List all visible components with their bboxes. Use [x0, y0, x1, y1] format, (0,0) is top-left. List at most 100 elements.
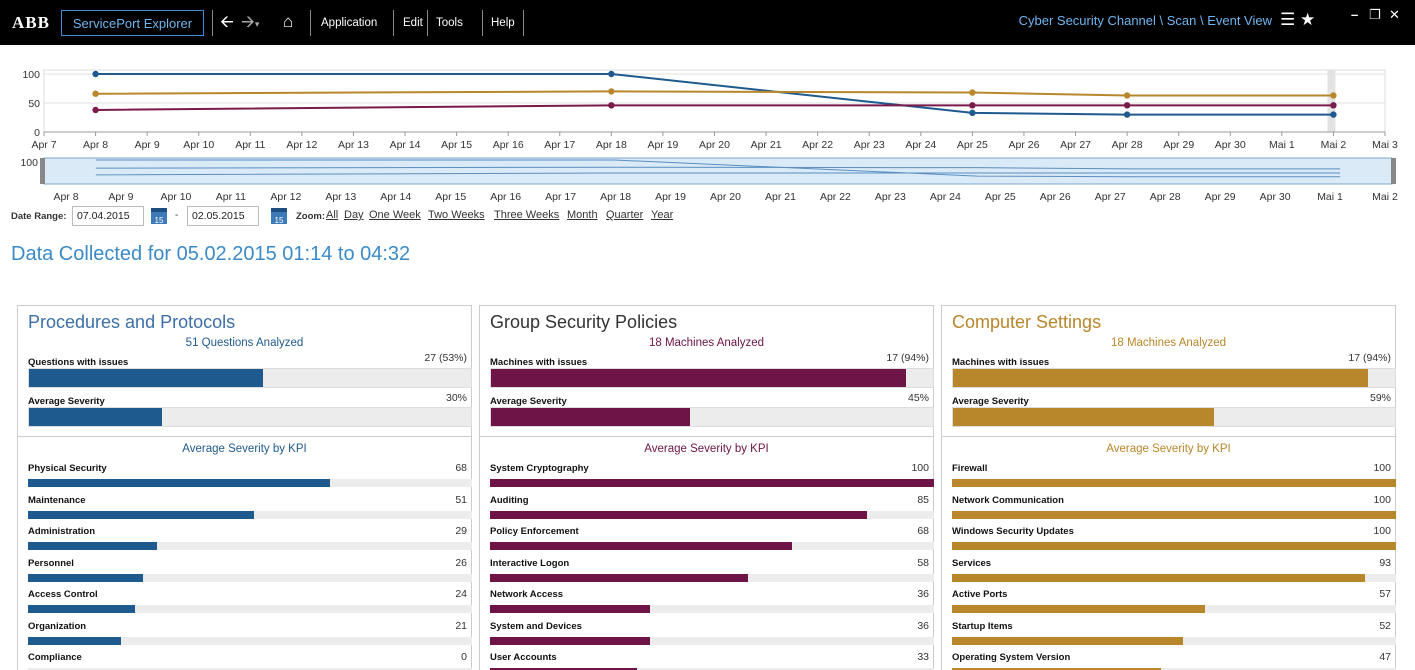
severity-value: 59% — [1369, 392, 1391, 404]
menu-edit[interactable]: Edit — [403, 10, 423, 36]
x-tick-label: Apr 13 — [338, 139, 369, 151]
zoom-all-link[interactable]: All — [326, 209, 338, 221]
severity-bar — [952, 407, 1396, 427]
kpi-bar — [490, 573, 934, 582]
kpi-label: Windows Security Updates — [952, 526, 1074, 537]
kpi-label: Physical Security — [28, 463, 107, 474]
y-tick-label: 100 — [22, 69, 40, 81]
x-tick-label: Apr 21 — [751, 139, 782, 151]
title-bar: ABB ServicePort Explorer 🡨 🡪▾ ⌂ Applicat… — [0, 0, 1415, 45]
x-tick-label: Apr 8 — [53, 191, 78, 203]
x-tick-label: Apr 15 — [435, 191, 466, 203]
kpi-label: System Cryptography — [490, 463, 589, 474]
kpi-bar-fill — [28, 636, 122, 645]
calendar-icon[interactable]: 15 — [151, 208, 167, 225]
kpi-value: 57 — [1379, 588, 1391, 600]
x-tick-label: Apr 26 — [1008, 139, 1039, 151]
star-icon[interactable]: ★ — [1300, 10, 1315, 30]
severity-value: 30% — [445, 392, 467, 404]
kpi-label: Startup Items — [952, 620, 1013, 632]
kpi-label: Maintenance — [28, 494, 86, 506]
zoom-month-link[interactable]: Month — [567, 209, 598, 221]
x-tick-label: Apr 28 — [1112, 139, 1143, 151]
breadcrumb[interactable]: Cyber Security Channel \ Scan \ Event Vi… — [1019, 13, 1272, 28]
x-tick-label: Apr 25 — [957, 139, 988, 151]
issues-bar — [28, 368, 472, 388]
menu-icon[interactable]: ☰ — [1280, 10, 1295, 30]
kpi-label: Compliance — [28, 652, 82, 663]
kpi-value: 47 — [1379, 651, 1391, 663]
date-from-input[interactable]: 07.04.2015 — [72, 206, 144, 226]
x-tick-label: Apr 9 — [135, 139, 160, 151]
x-tick-label: Apr 10 — [183, 139, 214, 151]
zoom-quarter-link[interactable]: Quarter — [606, 209, 643, 221]
panel-divider — [480, 436, 933, 437]
date-to-input[interactable]: 02.05.2015 — [187, 206, 259, 226]
issues-bar-fill — [491, 369, 907, 387]
zoom-three-weeks-link[interactable]: Three Weeks — [494, 209, 559, 221]
zoom-day-link[interactable]: Day — [344, 209, 364, 221]
kpi-bar-fill — [490, 510, 868, 519]
data-point — [969, 89, 976, 96]
kpi-value: 100 — [1373, 493, 1391, 506]
zoom-label: Zoom: — [296, 211, 326, 222]
zoom-year-link[interactable]: Year — [651, 209, 673, 221]
data-point — [608, 70, 615, 78]
back-arrow-icon[interactable]: 🡨 — [220, 11, 234, 33]
kpi-value: 33 — [917, 651, 929, 663]
kpi-value: 52 — [1379, 619, 1391, 632]
minimize-icon[interactable]: – — [1351, 7, 1358, 22]
panel-divider — [18, 436, 471, 437]
zoom-one-week-link[interactable]: One Week — [369, 209, 421, 221]
separator — [212, 10, 213, 36]
issues-value: 17 (94%) — [1348, 352, 1391, 364]
issues-label: Machines with issues — [952, 357, 1050, 368]
kpi-value: 100 — [1373, 462, 1391, 474]
x-tick-label: Apr 20 — [710, 191, 741, 203]
issues-label: Questions with issues — [28, 357, 129, 368]
calendar-icon[interactable]: 15 — [271, 208, 287, 225]
issues-label: Machines with issues — [490, 357, 588, 368]
severity-bar-fill — [491, 408, 690, 426]
restore-icon[interactable]: ❐ — [1369, 7, 1381, 23]
forward-arrow-icon[interactable]: 🡪▾ — [241, 11, 259, 35]
product-button[interactable]: ServicePort Explorer — [61, 10, 204, 36]
x-tick-label: Apr 13 — [325, 191, 356, 203]
kpi-value: 68 — [455, 462, 467, 474]
x-tick-label: Apr 12 — [286, 139, 317, 151]
panel-divider — [942, 436, 1395, 437]
issues-bar — [952, 368, 1396, 388]
menu-help[interactable]: Help — [491, 10, 515, 36]
kpi-bar — [952, 479, 1396, 487]
kpi-value: 0 — [461, 651, 467, 663]
menu-application[interactable]: Application — [321, 10, 377, 36]
x-tick-label: Apr 10 — [160, 191, 191, 203]
x-tick-label: Apr 22 — [820, 191, 851, 203]
kpi-bar-fill — [952, 636, 1183, 645]
kpi-label: Firewall — [952, 463, 988, 474]
x-tick-label: Apr 14 — [380, 191, 411, 203]
x-tick-label: Apr 23 — [875, 191, 906, 203]
kpi-label: Operating System Version — [952, 652, 1071, 663]
kpi-header: Average Severity by KPI — [182, 443, 307, 455]
data-point — [608, 88, 615, 95]
kpi-bar — [952, 542, 1396, 550]
kpi-label: User Accounts — [490, 652, 557, 663]
severity-bar-fill — [29, 408, 162, 426]
data-point — [608, 102, 615, 109]
zoom-two-weeks-link[interactable]: Two Weeks — [428, 209, 485, 221]
kpi-bar — [952, 573, 1396, 582]
menu-tools[interactable]: Tools — [436, 10, 463, 36]
data-point — [1123, 111, 1131, 118]
x-tick-label: Apr 27 — [1095, 191, 1126, 203]
kpi-bar — [28, 479, 472, 487]
y-tick-label: 0 — [34, 127, 40, 139]
home-icon[interactable]: ⌂ — [283, 11, 293, 33]
x-tick-label: Apr 17 — [545, 191, 576, 203]
date-range-navigator[interactable]: 100 Apr 8 Apr 9 Apr 10 Apr 11 Apr 12 Apr 13 Apr… — [0, 152, 1415, 204]
data-point — [969, 109, 976, 117]
kpi-bar-fill — [28, 510, 255, 519]
selection-marker — [1327, 70, 1336, 132]
x-tick-label: Mai 2 — [1321, 139, 1347, 151]
close-icon[interactable]: ✕ — [1389, 7, 1400, 23]
